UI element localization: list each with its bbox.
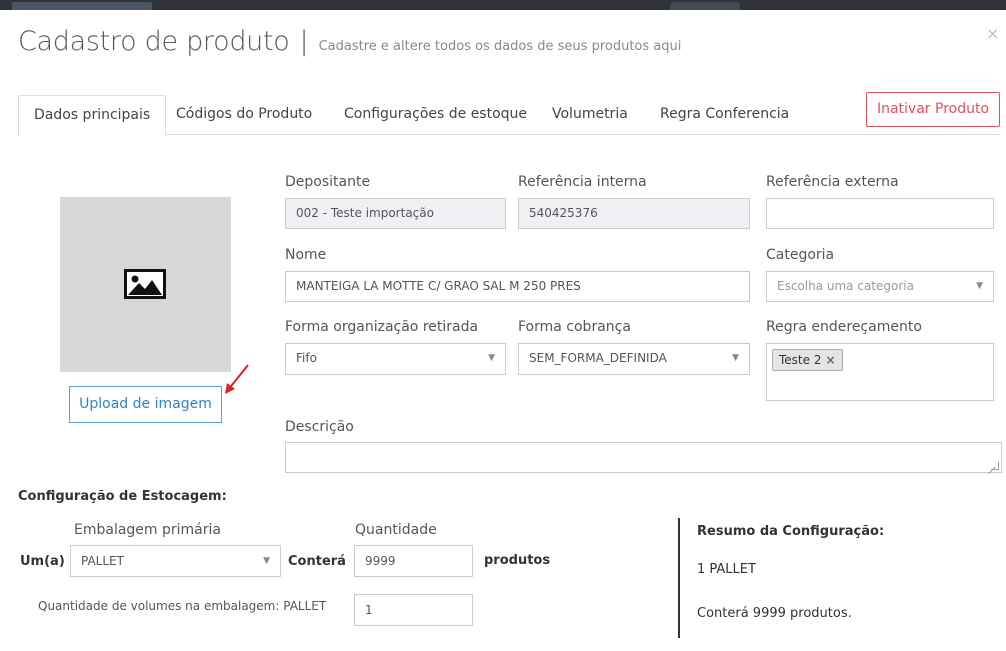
categoria-select-value: Escolha uma categoria — [777, 279, 914, 293]
referencia-externa-label: Referência externa — [766, 174, 899, 190]
modal-title: Cadastro de produto | Cadastre e altere … — [18, 26, 681, 57]
topbar-item — [670, 2, 740, 10]
embalagem-select-value: PALLET — [81, 554, 124, 568]
chevron-down-icon: ▼ — [732, 353, 739, 363]
regra-enderecamento-label: Regra endereçamento — [766, 319, 922, 335]
forma-cobranca-select[interactable]: SEM_FORMA_DEFINIDA ▼ — [518, 343, 750, 375]
produtos-label: produtos — [484, 553, 551, 568]
forma-cobranca-label: Forma cobrança — [518, 319, 631, 335]
resumo-line-2: Conterá 9999 produtos. — [697, 606, 852, 621]
upload-image-button[interactable]: Upload de imagem — [69, 386, 222, 423]
embalagem-primaria-label: Embalagem primária — [74, 522, 221, 538]
embalagem-select[interactable]: PALLET ▼ — [70, 545, 281, 577]
nome-label: Nome — [285, 247, 327, 263]
descricao-label: Descrição — [285, 419, 354, 435]
top-bar — [0, 0, 1006, 10]
referencia-externa-field[interactable] — [766, 198, 994, 229]
volumes-label: Quantidade de volumes na embalagem: PALL… — [38, 599, 327, 613]
tab-volumetria[interactable]: Volumetria — [552, 95, 628, 135]
tab-codigos-produto[interactable]: Códigos do Produto — [176, 95, 312, 135]
image-placeholder-icon — [124, 269, 166, 299]
categoria-select[interactable]: Escolha uma categoria ▼ — [766, 271, 994, 302]
contera-label: Conterá — [288, 554, 346, 569]
inativar-produto-button[interactable]: Inativar Produto — [866, 92, 1000, 127]
descricao-textarea[interactable] — [285, 442, 1002, 473]
quantidade-label: Quantidade — [355, 522, 437, 538]
page-title: Cadastro de produto — [18, 26, 290, 57]
remove-tag-icon[interactable]: × — [825, 353, 835, 367]
regra-tag-label: Teste 2 — [779, 353, 822, 367]
forma-cobranca-select-value: SEM_FORMA_DEFINIDA — [529, 351, 667, 365]
resumo-title: Resumo da Configuração: — [697, 524, 885, 539]
referencia-interna-label: Referência interna — [518, 174, 647, 190]
close-icon[interactable]: × — [986, 26, 999, 42]
red-arrow-annotation — [225, 364, 249, 394]
summary-divider — [678, 518, 680, 638]
forma-organizacao-select[interactable]: Fifo ▼ — [285, 343, 506, 375]
nome-field[interactable]: MANTEIGA LA MOTTE C/ GRAO SAL M 250 PRES — [285, 271, 750, 302]
forma-organizacao-label: Forma organização retirada — [285, 319, 479, 335]
tab-dados-principais[interactable]: Dados principais — [18, 95, 167, 136]
depositante-field[interactable]: 002 - Teste importação — [285, 198, 506, 229]
referencia-interna-field[interactable]: 540425376 — [518, 198, 750, 229]
chevron-down-icon: ▼ — [263, 556, 270, 566]
tab-configuracoes-estoque[interactable]: Configurações de estoque — [344, 95, 527, 135]
tab-regra-conferencia[interactable]: Regra Conferencia — [660, 95, 789, 135]
volumes-field[interactable]: 1 — [354, 594, 473, 626]
page-subtitle: Cadastre e altere todos os dados de seus… — [318, 39, 682, 54]
resumo-line-1: 1 PALLET — [697, 562, 756, 577]
tab-bar: Dados principais Códigos do Produto Conf… — [18, 95, 1000, 136]
title-separator: | — [299, 26, 309, 57]
quantidade-field[interactable]: 9999 — [354, 545, 473, 577]
estocagem-title: Configuração de Estocagem: — [18, 489, 227, 504]
um-label: Um(a) — [20, 554, 65, 569]
app-logo — [12, 2, 152, 10]
resize-handle-icon[interactable] — [991, 462, 999, 470]
regra-tag: Teste 2 × — [772, 349, 843, 371]
chevron-down-icon: ▼ — [488, 353, 495, 363]
chevron-down-icon: ▼ — [976, 281, 983, 291]
depositante-label: Depositante — [285, 174, 371, 190]
product-image-placeholder — [60, 197, 231, 372]
categoria-label: Categoria — [766, 247, 835, 263]
forma-organizacao-select-value: Fifo — [296, 351, 317, 365]
